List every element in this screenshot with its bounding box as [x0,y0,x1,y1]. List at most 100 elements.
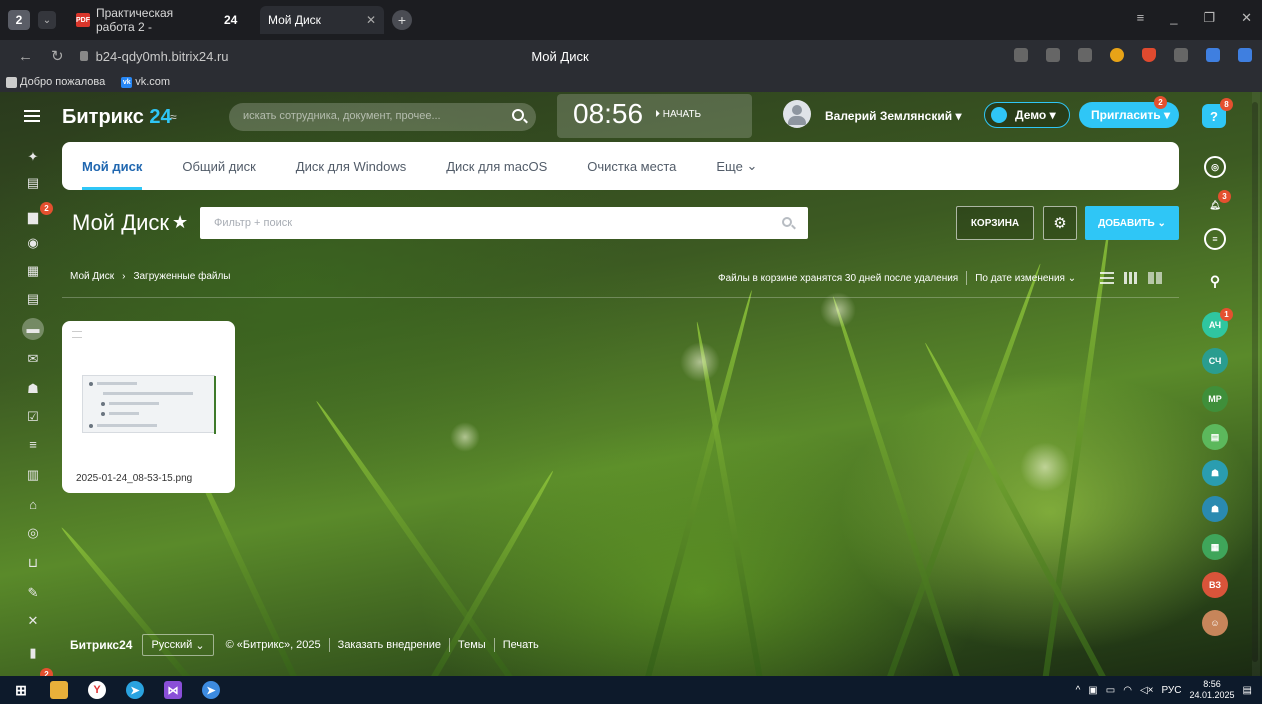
downloads-icon[interactable] [1238,48,1252,62]
search-icon[interactable] [782,217,792,227]
notifications-icon[interactable]: ▤ [1243,685,1252,696]
global-search-input[interactable]: искать сотрудника, документ, прочее... [229,103,536,131]
list-view-icon[interactable] [1100,272,1115,284]
volume-icon[interactable]: ◁× [1140,685,1154,696]
themes-link[interactable]: Темы [458,639,486,651]
grid-view-icon[interactable] [1124,272,1139,284]
star-icon[interactable]: ★ [172,212,188,233]
add-button[interactable]: ДОБАВИТЬ ⌄ [1085,206,1179,240]
filter-icon[interactable]: ≡ [26,438,40,452]
tile-view-icon[interactable] [1148,272,1163,284]
bitrix-logo[interactable]: Битрикс 24 [62,106,172,129]
tab-common-disk[interactable]: Общий диск [182,142,255,190]
visual-studio-icon[interactable]: ⋈ [164,681,182,699]
card-menu-icon[interactable] [72,331,82,338]
tab-disk-macos[interactable]: Диск для macOS [446,142,547,190]
password-icon[interactable] [1046,48,1060,62]
open-lines-icon[interactable]: ≡ [1204,228,1226,250]
user-group-icon[interactable]: ☗ [1202,496,1228,522]
tab-more[interactable]: Еще ⌄ [716,142,757,190]
tab-24[interactable]: 24 [216,6,260,34]
contact-avatar-mr[interactable]: МР [1202,386,1228,412]
contact-avatar-sch[interactable]: СЧ [1202,348,1228,374]
close-window-icon[interactable]: ✕ [1241,10,1252,26]
chevron-down-icon[interactable]: ⌄ [38,11,56,29]
telegram-icon[interactable]: ➤ [126,681,144,699]
telegram-desktop-icon[interactable]: ➤ [202,681,220,699]
minimize-icon[interactable]: _ [1170,10,1177,26]
scrollbar[interactable] [1252,92,1260,676]
group-chat-icon[interactable]: ▤ [1202,424,1228,450]
battery-icon[interactable]: ▭ [1106,685,1115,696]
filter-input[interactable]: Фильтр + поиск [200,207,808,239]
trash-button[interactable]: КОРЗИНА [956,206,1034,240]
search-icon[interactable] [512,109,524,121]
contact-avatar-photo[interactable]: ☺ [1202,610,1228,636]
yandex-browser-icon[interactable]: Y [88,681,106,699]
extension-orange-icon[interactable] [1110,48,1124,62]
order-link[interactable]: Заказать внедрение [338,639,441,651]
chat-icon[interactable]: ▆ [26,210,40,224]
work-time-widget[interactable]: 08:56 ⏵ НАЧАТЬ [557,94,752,138]
tab-counter[interactable]: 2 [8,10,30,30]
document-chat-icon[interactable]: ▦ [1202,534,1228,560]
sort-select[interactable]: По дате изменения ⌄ [975,273,1076,284]
feed-icon[interactable]: ✦ [26,150,40,164]
breadcrumb-root[interactable]: Мой Диск [70,271,114,282]
video-icon[interactable]: ◉ [26,236,40,250]
profile-icon[interactable] [1206,48,1220,62]
file-card[interactable]: 2025-01-24_08-53-15.png [62,321,235,493]
contact-avatar-vz[interactable]: ВЗ [1202,572,1228,598]
marketplace-icon[interactable]: ✕ [26,614,40,628]
demo-button[interactable]: Демо ▾ [984,102,1070,128]
translate-icon[interactable] [1014,48,1028,62]
menu-icon[interactable]: ≡ [1137,10,1145,26]
tray-clock[interactable]: 8:56 24.01.2025 [1190,679,1235,701]
app-tray-icon[interactable]: ▣ [1088,685,1097,696]
new-tab-button[interactable]: + [392,10,412,30]
tab-my-disk[interactable]: Мой диск [82,142,143,190]
tab-my-disk[interactable]: Мой Диск ✕ [260,6,384,34]
company-icon[interactable]: ⌂ [26,498,40,512]
automation-icon[interactable]: ◎ [26,526,40,540]
tab-disk-windows[interactable]: Диск для Windows [296,142,406,190]
start-workday-button[interactable]: ⏵ НАЧАТЬ [655,109,701,120]
crm-icon[interactable]: ☑ [26,410,40,424]
language-indicator[interactable]: РУС [1161,685,1181,696]
shop-icon[interactable]: ⊔ [26,556,40,570]
avatar[interactable] [783,100,811,128]
copilot-icon[interactable]: ◎ [1204,156,1226,178]
print-link[interactable]: Печать [503,639,539,651]
mail-icon[interactable]: ✉ [26,352,40,366]
footer-logo[interactable]: Битрикс24 [70,638,132,652]
bookmark-icon[interactable] [1078,48,1092,62]
analytics-icon[interactable]: ▮ [26,646,40,660]
bookmark-welcome[interactable]: Добро пожалова [6,76,105,88]
windows-start-icon[interactable]: ⊞ [12,681,30,699]
disk-icon[interactable]: ▬ [26,322,40,336]
calendar-icon[interactable]: ▦ [26,264,40,278]
shield-icon[interactable] [1142,48,1156,62]
gear-icon[interactable]: ⚙ [1043,206,1077,240]
groups-icon[interactable]: ☗ [26,382,40,396]
folder-icon[interactable] [50,681,68,699]
breadcrumb-current[interactable]: Загруженные файлы [133,271,230,282]
chevron-up-icon[interactable]: ^ [1076,685,1081,696]
user-group-icon[interactable]: ☗ [1202,460,1228,486]
restore-icon[interactable]: ❐ [1203,10,1215,26]
extensions-icon[interactable] [1174,48,1188,62]
user-menu[interactable]: Валерий Землянский ▾ [825,109,961,123]
menu-icon[interactable] [24,110,40,122]
search-icon[interactable]: ⚲ [1202,268,1228,294]
tab-cleanup[interactable]: Очистка места [587,142,676,190]
wifi-icon[interactable]: ◠ [1123,685,1132,696]
tab-practical-work[interactable]: PDF Практическая работа 2 - [68,6,216,34]
scroll-thumb[interactable] [1252,102,1258,662]
sites-icon[interactable]: ▥ [26,468,40,482]
documents-icon[interactable]: ▤ [26,292,40,306]
edit-icon[interactable]: ✎ [26,586,40,600]
bookmark-vk[interactable]: vk vk.com [121,76,170,88]
language-select[interactable]: Русский ⌄ [142,634,214,656]
close-icon[interactable]: ✕ [366,13,376,27]
tasks-icon[interactable]: ▤ [26,176,40,190]
